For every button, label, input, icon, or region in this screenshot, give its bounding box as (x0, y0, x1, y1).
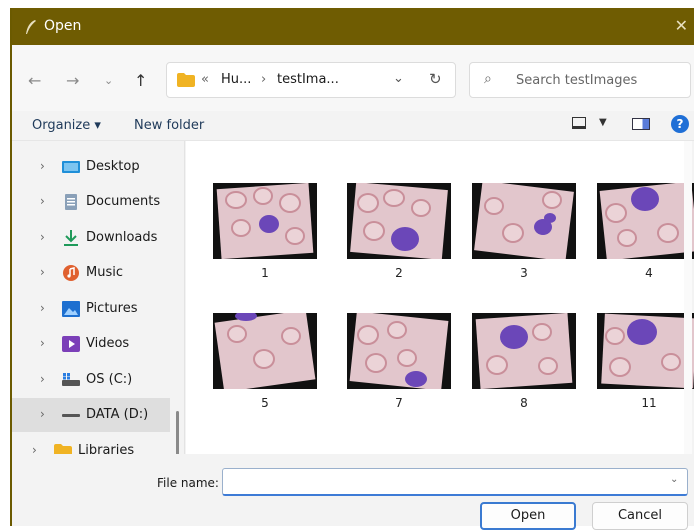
file-thumbnail (472, 183, 576, 259)
sidebar-item-label: DATA (D:) (86, 407, 149, 422)
file-thumbnail (213, 313, 317, 389)
file-name: 3 (520, 266, 528, 280)
expand-chevron-icon[interactable]: › (40, 159, 45, 173)
drive-icon (62, 414, 80, 417)
pane-divider[interactable] (184, 141, 185, 454)
file-thumbnail (213, 183, 317, 259)
up-arrow-icon[interactable]: ↑ (134, 71, 147, 90)
close-icon[interactable]: ✕ (675, 16, 688, 35)
sidebar-item-pictures[interactable]: › Pictures (12, 292, 170, 326)
help-icon[interactable]: ? (671, 115, 689, 133)
search-icon: ⌕ (484, 71, 492, 87)
refresh-icon[interactable]: ↻ (429, 70, 442, 88)
expand-chevron-icon[interactable]: › (40, 336, 45, 350)
sidebar-item-label: Videos (86, 336, 130, 351)
expand-chevron-icon[interactable]: › (40, 301, 45, 315)
file-name: 5 (261, 396, 269, 410)
breadcrumb-item-home[interactable]: Hu... (221, 72, 251, 87)
breadcrumb-overflow[interactable]: « (201, 72, 209, 87)
title-bar: Open ✕ (12, 8, 694, 45)
view-options-chevron-icon[interactable]: ▼ (599, 117, 607, 128)
file-item[interactable]: 1 (213, 183, 317, 280)
file-thumbnail (347, 183, 451, 259)
sidebar-item-videos[interactable]: › Videos (12, 327, 170, 361)
file-thumbnail (597, 183, 694, 259)
preview-pane-icon[interactable] (632, 118, 650, 130)
sidebar-item-desktop[interactable]: › Desktop (12, 150, 170, 184)
file-thumbnail (472, 313, 576, 389)
search-placeholder: Search testImages (516, 73, 638, 88)
sidebar-item-music[interactable]: › Music (12, 256, 170, 290)
file-name: 2 (395, 266, 403, 280)
file-item[interactable]: 7 (347, 313, 451, 410)
sidebar-item-label: OS (C:) (86, 372, 133, 387)
back-arrow-icon[interactable]: ← (28, 71, 41, 90)
open-dialog: Open ✕ ← → ⌄ ↑ « Hu... › testIma... ⌄ ↻ … (10, 8, 694, 530)
folder-icon (177, 73, 195, 87)
organize-menu-button[interactable]: Organize ▾ (32, 118, 101, 133)
file-name: 11 (641, 396, 657, 410)
file-name-dropdown-chevron-icon[interactable]: ⌄ (670, 474, 678, 485)
drive-icon (62, 373, 80, 386)
search-box[interactable]: ⌕ Search testImages (469, 62, 691, 98)
file-item[interactable]: 8 (472, 313, 576, 410)
expand-chevron-icon[interactable]: › (40, 265, 45, 279)
file-name-input[interactable] (222, 468, 688, 496)
command-toolbar: Organize ▾ New folder ▼ ? (12, 111, 694, 141)
file-item[interactable]: 11 (597, 313, 694, 410)
sidebar-item-data-d[interactable]: › DATA (D:) (12, 398, 170, 432)
expand-chevron-icon[interactable]: › (40, 194, 45, 208)
breadcrumb-separator: › (261, 72, 267, 87)
address-dropdown-chevron-icon[interactable]: ⌄ (393, 71, 404, 86)
sidebar-item-label: Music (86, 265, 123, 280)
videos-icon (62, 336, 80, 352)
sidebar-item-label: Desktop (86, 159, 140, 174)
documents-icon (65, 194, 77, 210)
change-view-icon[interactable] (572, 117, 586, 129)
downloads-icon (64, 230, 78, 246)
breadcrumb-item-testimages[interactable]: testIma... (277, 72, 339, 87)
navigation-pane: › Desktop › Documents › Downloads › Musi… (12, 141, 179, 479)
file-item[interactable]: 4 (597, 183, 694, 280)
expand-chevron-icon[interactable]: › (40, 230, 45, 244)
sidebar-item-downloads[interactable]: › Downloads (12, 221, 170, 255)
expand-chevron-icon[interactable]: › (40, 407, 45, 421)
new-folder-button[interactable]: New folder (134, 118, 204, 133)
recent-locations-chevron-icon[interactable]: ⌄ (104, 74, 113, 87)
file-name-label: File name: (157, 476, 219, 490)
file-list-scrollbar[interactable] (684, 141, 692, 454)
forward-arrow-icon[interactable]: → (66, 71, 79, 90)
file-item[interactable]: 5 (213, 313, 317, 410)
music-icon (63, 265, 79, 281)
file-item[interactable]: 2 (347, 183, 451, 280)
file-list: 1 2 3 4 5 7 8 11 (186, 141, 694, 454)
sidebar-item-label: Pictures (86, 301, 138, 316)
feather-icon (26, 20, 36, 34)
pictures-icon (62, 301, 80, 317)
file-name: 8 (520, 396, 528, 410)
address-bar[interactable]: « Hu... › testIma... ⌄ ↻ (166, 62, 456, 98)
navigation-bar: ← → ⌄ ↑ « Hu... › testIma... ⌄ ↻ ⌕ Searc… (12, 45, 694, 111)
file-thumbnail (597, 313, 694, 389)
sidebar-item-label: Downloads (86, 230, 158, 245)
desktop-icon (62, 161, 80, 173)
file-name: 1 (261, 266, 269, 280)
dialog-footer: File name: ⌄ Open Cancel (12, 454, 694, 530)
sidebar-item-label: Documents (86, 194, 161, 209)
file-name: 4 (645, 266, 653, 280)
sidebar-item-os-c[interactable]: › OS (C:) (12, 363, 170, 397)
file-item[interactable]: 3 (472, 183, 576, 280)
sidebar-item-documents[interactable]: › Documents (12, 185, 170, 219)
file-thumbnail (347, 313, 451, 389)
expand-chevron-icon[interactable]: › (40, 372, 45, 386)
file-name: 7 (395, 396, 403, 410)
dialog-title: Open (44, 18, 82, 34)
